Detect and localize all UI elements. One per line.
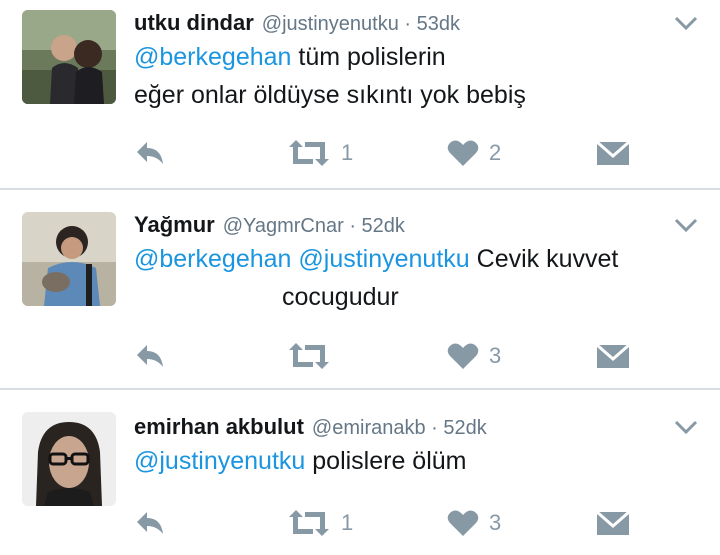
display-name[interactable]: emirhan akbulut <box>134 414 304 439</box>
heart-icon <box>447 343 479 369</box>
handle-and-time[interactable]: @justinyenutku · 53dk <box>262 13 460 35</box>
reply-button[interactable] <box>134 505 166 541</box>
tweet-header: Yağmur @YagmrCnar · 52dk <box>134 212 405 239</box>
heart-icon <box>447 510 479 536</box>
chevron-down-icon[interactable] <box>674 420 698 434</box>
retweet-icon <box>289 140 329 166</box>
direct-message-button[interactable] <box>596 338 630 374</box>
heart-icon <box>447 140 479 166</box>
direct-message-icon <box>596 510 630 535</box>
like-button[interactable]: 3 <box>447 338 501 374</box>
tweet-text: Cevik kuvvet <box>469 245 619 273</box>
handle-and-time[interactable]: @YagmrCnar · 52dk <box>223 215 405 237</box>
avatar[interactable] <box>22 10 116 104</box>
retweet-icon <box>289 510 329 536</box>
reply-button[interactable] <box>134 135 166 171</box>
tweet-actions: 1 3 <box>0 505 720 541</box>
avatar[interactable] <box>22 412 116 506</box>
like-count: 3 <box>489 510 502 535</box>
mention-link[interactable]: @berkegehan @justinyenutku <box>134 245 470 273</box>
handle-and-time[interactable]: @emiranakb · 52dk <box>312 417 487 439</box>
tweet-header: utku dindar @justinyenutku · 53dk <box>134 10 460 37</box>
like-count: 3 <box>489 343 502 368</box>
like-button[interactable]: 3 <box>447 505 501 541</box>
display-name[interactable]: Yağmur <box>134 212 215 237</box>
reply-icon <box>137 512 163 534</box>
reply-icon <box>137 142 163 164</box>
retweet-button[interactable] <box>287 338 341 374</box>
mention-link[interactable]: @berkegehan <box>134 43 291 71</box>
retweet-count: 1 <box>341 140 354 165</box>
tweet-text: polislere ölüm <box>305 447 467 475</box>
tweet-text-line: @justinyenutku polislere ölüm <box>134 446 467 476</box>
display-name[interactable]: utku dindar <box>134 10 254 35</box>
retweet-button[interactable]: 1 <box>287 135 353 171</box>
direct-message-button[interactable] <box>596 505 630 541</box>
retweet-count: 1 <box>341 510 354 535</box>
chevron-down-icon[interactable] <box>674 16 698 30</box>
direct-message-icon <box>596 140 630 165</box>
tweet-actions: 3 <box>0 338 720 374</box>
tweet-actions: 1 2 <box>0 135 720 171</box>
reply-button[interactable] <box>134 338 166 374</box>
direct-message-button[interactable] <box>596 135 630 171</box>
tweet-text-line: cocugudur <box>282 283 399 311</box>
mention-link[interactable]: @justinyenutku <box>134 447 305 475</box>
tweet-text-line: @berkegehan @justinyenutku Cevik kuvvet <box>134 244 618 274</box>
avatar[interactable] <box>22 212 116 306</box>
retweet-icon <box>289 343 329 369</box>
direct-message-icon <box>596 343 630 368</box>
like-count: 2 <box>489 140 502 165</box>
tweet-text-line: eğer onlar öldüyse sıkıntı yok bebiş <box>134 81 526 109</box>
tweet-header: emirhan akbulut @emiranakb · 52dk <box>134 414 487 441</box>
reply-icon <box>137 345 163 367</box>
tweet-text: tüm polislerin <box>291 43 446 71</box>
tweet-text-line: @berkegehan tüm polislerin <box>134 42 446 72</box>
retweet-button[interactable]: 1 <box>287 505 353 541</box>
like-button[interactable]: 2 <box>447 135 501 171</box>
chevron-down-icon[interactable] <box>674 218 698 232</box>
